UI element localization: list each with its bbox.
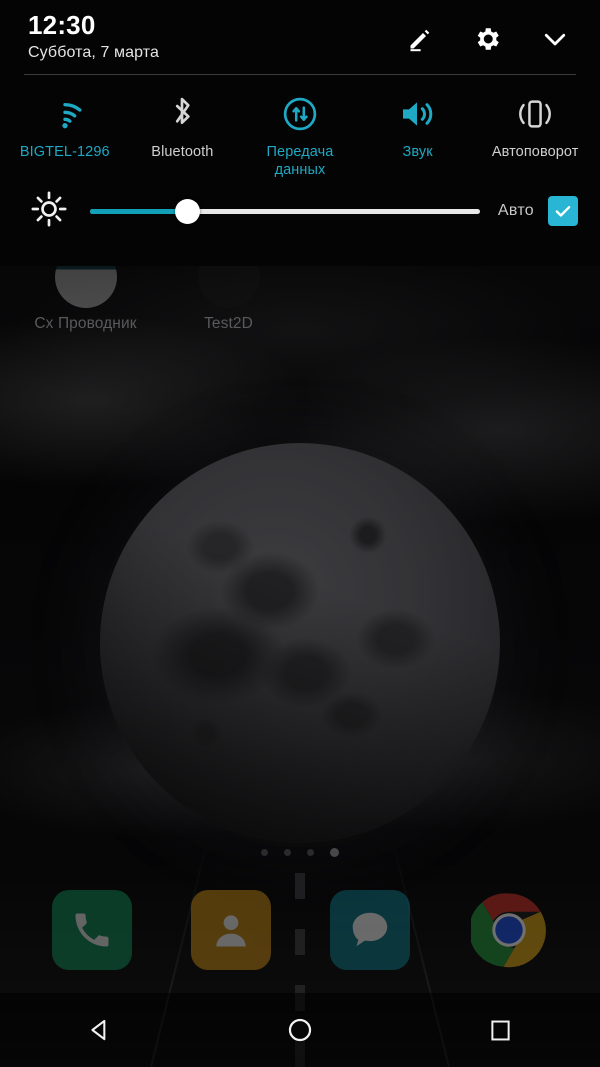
page-dot-active[interactable] bbox=[330, 848, 339, 857]
home-icon[interactable] bbox=[265, 1007, 335, 1053]
app-label: Test2D bbox=[204, 315, 253, 332]
page-indicator bbox=[0, 848, 600, 857]
clock-date: Суббота, 7 марта bbox=[28, 44, 159, 62]
settings-icon[interactable] bbox=[470, 22, 504, 56]
tile-mobile-data[interactable]: Передача данных bbox=[241, 91, 359, 179]
auto-brightness-label: Авто bbox=[497, 202, 534, 220]
quick-settings-header: 12:30 Суббота, 7 марта bbox=[0, 0, 600, 72]
tile-label: Автоповорот bbox=[491, 144, 579, 160]
mobile-data-icon bbox=[281, 93, 319, 135]
tile-sound[interactable]: Звук bbox=[359, 91, 477, 179]
clock-block: 12:30 Суббота, 7 марта bbox=[28, 10, 159, 62]
tile-label: Звук bbox=[402, 144, 433, 160]
tile-label: Передача данных bbox=[266, 144, 334, 179]
messages-icon[interactable] bbox=[329, 890, 410, 970]
back-icon[interactable] bbox=[65, 1007, 135, 1053]
wifi-icon bbox=[45, 93, 85, 135]
page-dot[interactable] bbox=[261, 849, 268, 856]
navigation-bar bbox=[0, 993, 600, 1067]
contacts-icon[interactable] bbox=[190, 890, 271, 970]
brightness-slider[interactable] bbox=[90, 198, 480, 224]
quick-settings-panel: 12:30 Суббота, 7 марта BIGTEL-1296 Bluet… bbox=[0, 0, 600, 266]
edit-icon[interactable] bbox=[402, 22, 436, 56]
bluetooth-icon bbox=[166, 93, 198, 135]
sound-icon bbox=[398, 93, 438, 135]
auto-brightness-toggle[interactable]: Авто bbox=[497, 196, 578, 227]
collapse-icon[interactable] bbox=[538, 22, 572, 56]
chrome-icon[interactable] bbox=[469, 890, 549, 970]
slider-thumb[interactable] bbox=[174, 198, 200, 224]
header-actions bbox=[402, 12, 576, 56]
tile-bluetooth[interactable]: Bluetooth bbox=[124, 91, 242, 179]
page-dot[interactable] bbox=[307, 849, 314, 856]
auto-rotate-icon bbox=[513, 93, 557, 135]
phone-screen: Сх Проводник Test2D 12:30 Суббота, 7 мар… bbox=[0, 0, 600, 1067]
recents-icon[interactable] bbox=[465, 1007, 535, 1053]
tile-wifi[interactable]: BIGTEL-1296 bbox=[6, 91, 124, 179]
tile-label: Bluetooth bbox=[151, 144, 214, 160]
brightness-row: Авто bbox=[0, 179, 600, 237]
tile-label: BIGTEL-1296 bbox=[19, 144, 110, 160]
dock bbox=[0, 890, 600, 970]
auto-brightness-checkbox[interactable] bbox=[548, 196, 578, 227]
app-label: Сх Проводник bbox=[34, 315, 137, 332]
tile-auto-rotate[interactable]: Автоповорот bbox=[476, 91, 594, 179]
brightness-icon[interactable] bbox=[30, 190, 68, 233]
clock-time: 12:30 bbox=[28, 10, 96, 40]
phone-icon[interactable] bbox=[51, 890, 132, 970]
slider-fill bbox=[90, 208, 188, 214]
quick-settings-tiles: BIGTEL-1296 Bluetooth Передача данных Зв… bbox=[0, 75, 600, 179]
page-dot[interactable] bbox=[284, 849, 291, 856]
